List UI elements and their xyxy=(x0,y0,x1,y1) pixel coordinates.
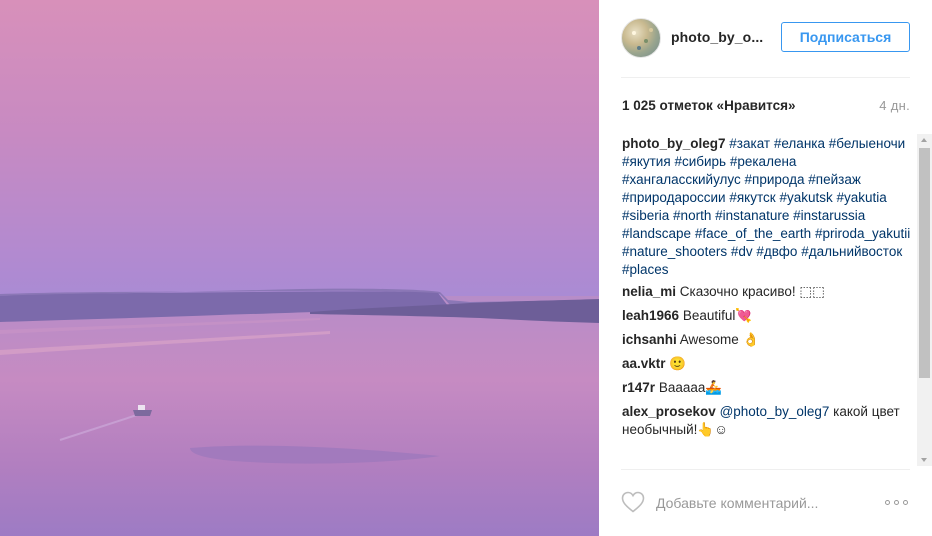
comment-item: leah1966 Beautiful💘 xyxy=(622,307,915,325)
hashtag[interactable]: #якутск xyxy=(729,190,775,205)
hashtag[interactable]: #priroda_yakutii xyxy=(815,226,910,241)
comment-mention[interactable]: @photo_by_oleg7 xyxy=(720,404,830,419)
scrollbar-thumb[interactable] xyxy=(919,148,930,378)
scroll-up-arrow-icon[interactable] xyxy=(917,134,932,146)
add-comment-bar xyxy=(621,488,911,518)
hashtag[interactable]: #instarussia xyxy=(793,208,865,223)
post-header: photo_by_o... Подписаться xyxy=(621,17,910,61)
comments-list: photo_by_oleg7 #закат #еланка #белыеночи… xyxy=(622,135,915,465)
post-time[interactable]: 4 дн. xyxy=(879,98,910,113)
hashtag[interactable]: #instanature xyxy=(715,208,789,223)
follow-button[interactable]: Подписаться xyxy=(781,22,910,52)
comment-input[interactable] xyxy=(656,492,866,514)
scroll-down-arrow-icon[interactable] xyxy=(917,454,932,466)
hashtag[interactable]: #рекалена xyxy=(730,154,797,169)
comment-username[interactable]: nelia_mi xyxy=(622,284,676,299)
hashtag[interactable]: #siberia xyxy=(622,208,669,223)
hashtag[interactable]: #yakutia xyxy=(836,190,886,205)
comment-item: nelia_mi Сказочно красиво! ⬚⬚ xyxy=(622,283,915,301)
hashtag[interactable]: #пейзаж xyxy=(808,172,861,187)
more-dot xyxy=(903,500,908,505)
avatar-dot xyxy=(632,31,636,35)
avatar-dot xyxy=(637,46,641,50)
hashtag[interactable]: #landscape xyxy=(622,226,691,241)
hashtag[interactable]: #north xyxy=(673,208,711,223)
comments-scrollbar[interactable] xyxy=(917,134,932,466)
more-dot xyxy=(885,500,890,505)
hashtag[interactable]: #face_of_the_earth xyxy=(695,226,811,241)
avatar-dot xyxy=(649,28,653,32)
hashtag[interactable]: #дальнийвосток xyxy=(801,244,902,259)
hashtag[interactable]: #природа xyxy=(745,172,805,187)
comment-username[interactable]: alex_prosekov xyxy=(622,404,716,419)
hashtag[interactable]: #двфо xyxy=(756,244,797,259)
comment-text: Beautiful💘 xyxy=(682,308,753,323)
hashtag[interactable]: #белыеночи xyxy=(829,136,905,151)
comment-item: aa.vktr 🙂 xyxy=(622,355,915,373)
author-username[interactable]: photo_by_o... xyxy=(671,29,763,45)
more-options-icon[interactable] xyxy=(885,493,911,511)
likes-row: 1 025 отметок «Нравится» 4 дн. xyxy=(622,98,910,116)
comment-username[interactable]: aa.vktr xyxy=(622,356,666,371)
header-divider xyxy=(621,77,910,78)
hashtag[interactable]: #закат xyxy=(729,136,770,151)
comment-text: Сказочно красиво! ⬚⬚ xyxy=(679,284,825,299)
likes-count[interactable]: 1 025 отметок «Нравится» xyxy=(622,98,796,113)
hashtag[interactable]: #якутия xyxy=(622,154,671,169)
hashtag[interactable]: #places xyxy=(622,262,669,277)
comment-item: ichsanhi Awesome 👌 xyxy=(622,331,915,349)
caption: photo_by_oleg7 #закат #еланка #белыеночи… xyxy=(622,135,915,279)
comment-text: Awesome 👌 xyxy=(679,332,760,347)
comment-item: alex_prosekov @photo_by_oleg7 какой цвет… xyxy=(622,403,915,439)
comment-username[interactable]: ichsanhi xyxy=(622,332,677,347)
comment-text: Вааааа🚣 xyxy=(658,380,723,395)
hashtag[interactable]: #nature_shooters xyxy=(622,244,727,259)
sunset-river-image xyxy=(0,0,599,536)
hashtag[interactable]: #природароссии xyxy=(622,190,726,205)
post-photo[interactable] xyxy=(0,0,599,536)
hashtag[interactable]: #хангаласскийулус xyxy=(622,172,741,187)
hashtag[interactable]: #еланка xyxy=(774,136,825,151)
comment-text: 🙂 xyxy=(669,356,687,371)
comment-username[interactable]: r147r xyxy=(622,380,655,395)
footer-divider xyxy=(621,469,910,470)
more-dot xyxy=(894,500,899,505)
avatar[interactable] xyxy=(621,18,661,58)
avatar-dot xyxy=(644,39,648,43)
comment-username[interactable]: leah1966 xyxy=(622,308,679,323)
hashtag[interactable]: #dv xyxy=(731,244,753,259)
hashtag[interactable]: #сибирь xyxy=(674,154,726,169)
heart-icon[interactable] xyxy=(621,491,645,513)
hashtag[interactable]: #yakutsk xyxy=(779,190,832,205)
caption-username[interactable]: photo_by_oleg7 xyxy=(622,136,726,151)
comment-item: r147r Вааааа🚣 xyxy=(622,379,915,397)
